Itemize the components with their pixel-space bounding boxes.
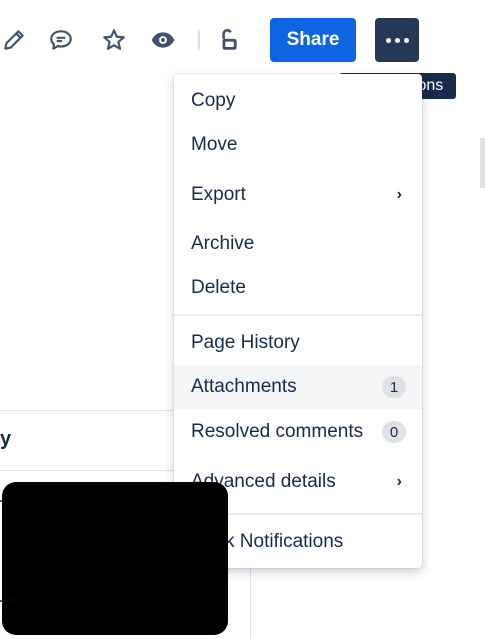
- menu-item-attachments[interactable]: Attachments 1: [174, 365, 422, 409]
- attachments-count-badge: 1: [382, 376, 406, 398]
- menu-item-resolved-comments[interactable]: Resolved comments 0: [174, 410, 422, 454]
- share-button[interactable]: Share: [270, 18, 356, 62]
- resolved-comments-count-badge: 0: [382, 421, 406, 443]
- menu-item-label: Export: [191, 184, 246, 205]
- more-dots-icon: [385, 37, 391, 43]
- chevron-right-icon: ›: [396, 473, 402, 490]
- menu-item-label: Resolved comments: [191, 421, 364, 442]
- star-icon[interactable]: [100, 26, 128, 54]
- menu-item-copy[interactable]: Copy: [174, 79, 422, 123]
- edit-pencil-icon[interactable]: [0, 26, 28, 54]
- toolbar-divider: [198, 30, 200, 50]
- unlock-icon[interactable]: [215, 26, 243, 54]
- menu-item-move[interactable]: Move: [174, 123, 422, 167]
- comment-icon[interactable]: [47, 26, 75, 54]
- menu-item-label: Attachments: [191, 376, 297, 397]
- chevron-right-icon: ›: [396, 186, 402, 203]
- menu-item-delete[interactable]: Delete: [174, 266, 422, 310]
- menu-item-label: Copy: [191, 90, 236, 111]
- menu-item-label: Page History: [191, 332, 300, 353]
- menu-item-label: Archive: [191, 233, 255, 254]
- redaction-block: [2, 482, 228, 635]
- menu-item-archive[interactable]: Archive: [174, 222, 422, 266]
- menu-item-page-history[interactable]: Page History: [174, 321, 422, 365]
- panel-heading: y: [0, 428, 12, 450]
- menu-item-export[interactable]: Export ›: [174, 173, 422, 217]
- menu-item-label: Move: [191, 134, 238, 155]
- scrollbar-edge[interactable]: [480, 138, 485, 188]
- watch-eye-icon[interactable]: [149, 26, 177, 54]
- menu-separator: [174, 314, 422, 316]
- menu-item-label: Delete: [191, 277, 246, 298]
- more-actions-button[interactable]: [375, 18, 419, 62]
